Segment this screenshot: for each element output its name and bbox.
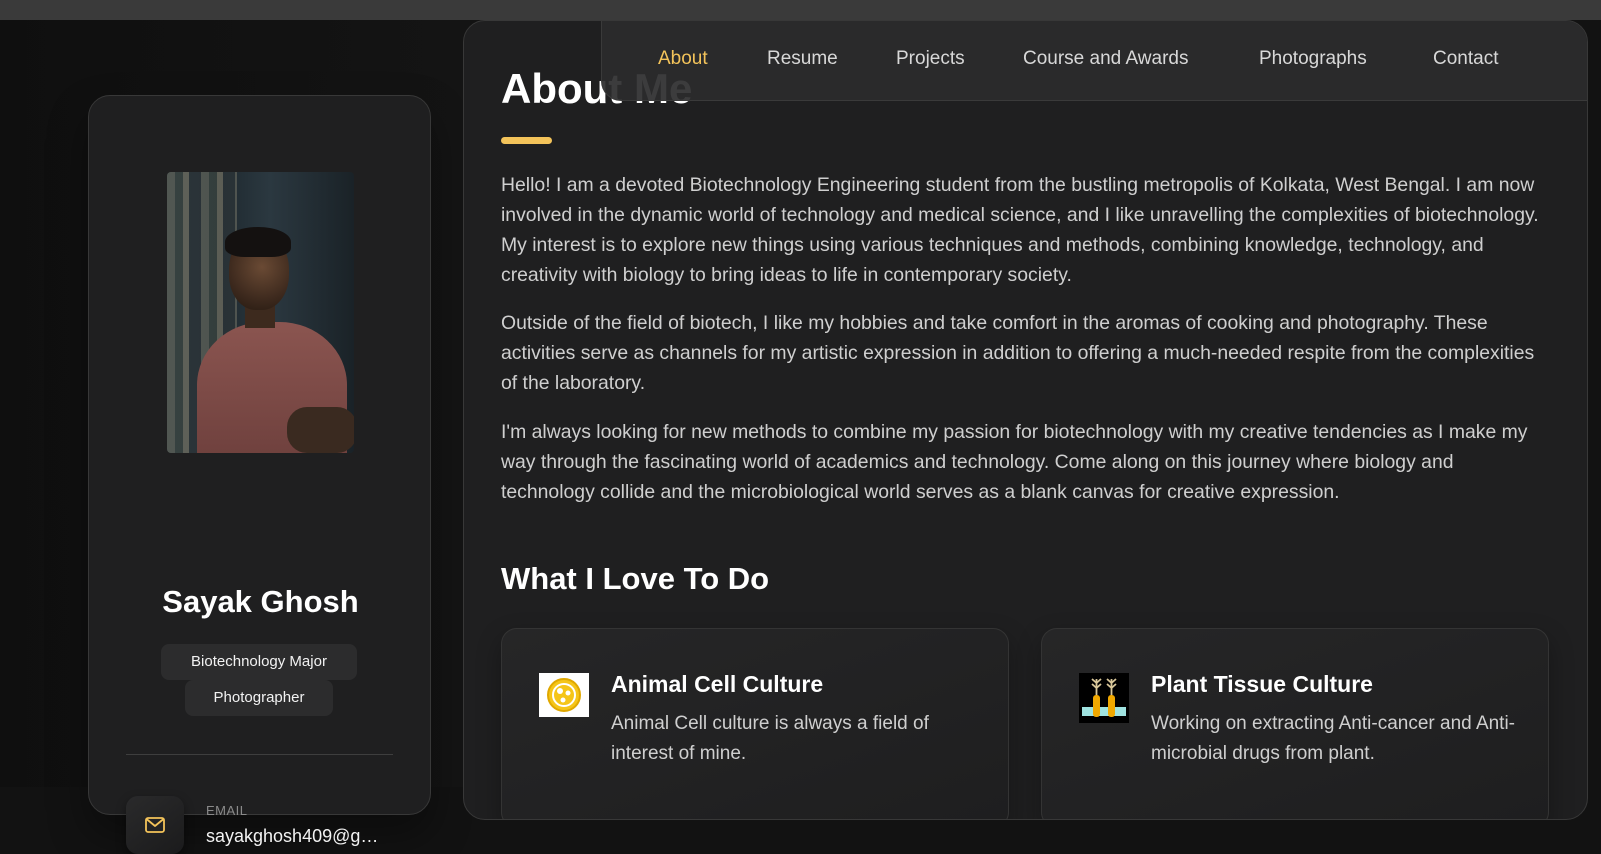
nav-about[interactable]: About bbox=[658, 48, 708, 70]
about-paragraph: Hello! I am a devoted Biotechnology Engi… bbox=[501, 174, 1539, 286]
browser-top-bar bbox=[0, 0, 1601, 20]
service-card-plant-tissue-culture: Plant Tissue Culture Working on extracti… bbox=[1041, 628, 1549, 819]
petri-dish-icon bbox=[539, 673, 589, 717]
sidebar-divider bbox=[126, 754, 393, 755]
profile-sidebar: Sayak Ghosh Biotechnology Major Photogra… bbox=[88, 95, 431, 854]
avatar bbox=[167, 172, 354, 453]
mail-icon bbox=[126, 796, 184, 854]
main-content: About Resume Projects Course and Awards … bbox=[463, 20, 1588, 820]
about-paragraph: Outside of the field of biotech, I like … bbox=[501, 312, 1535, 394]
service-title: Animal Cell Culture bbox=[611, 671, 824, 697]
nav-contact[interactable]: Contact bbox=[1433, 48, 1498, 70]
nav-resume[interactable]: Resume bbox=[767, 48, 838, 70]
profile-name: Sayak Ghosh bbox=[162, 584, 359, 619]
email-link[interactable]: sayakghosh409@gmail.com bbox=[206, 826, 386, 847]
services-title: What I Love To Do bbox=[501, 561, 770, 596]
service-text: Animal Cell culture is always a field of… bbox=[611, 713, 929, 764]
tag-photographer: Photographer bbox=[185, 680, 333, 716]
service-text: Working on extracting Anti-cancer and An… bbox=[1151, 713, 1516, 764]
top-navbar: About Resume Projects Course and Awards … bbox=[601, 21, 1587, 101]
service-title: Plant Tissue Culture bbox=[1151, 671, 1373, 697]
nav-photographs[interactable]: Photographs bbox=[1259, 48, 1367, 70]
contact-label: EMAIL bbox=[206, 803, 248, 818]
service-card-animal-cell-culture: Animal Cell Culture Animal Cell culture … bbox=[501, 628, 1009, 819]
nav-course-and-awards[interactable]: Course and Awards bbox=[1023, 48, 1188, 70]
nav-projects[interactable]: Projects bbox=[896, 48, 965, 70]
tag-biotechnology-major: Biotechnology Major bbox=[161, 644, 357, 680]
about-paragraph: I'm always looking for new methods to co… bbox=[501, 421, 1528, 503]
title-underline bbox=[501, 137, 552, 144]
test-tube-plant-icon bbox=[1079, 673, 1129, 723]
